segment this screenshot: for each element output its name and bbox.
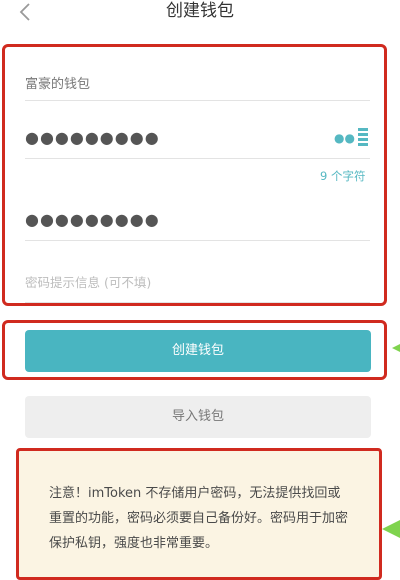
password-hint-placeholder: 密码提示信息 (可不填) xyxy=(25,275,152,290)
arrow-left-icon xyxy=(382,520,400,538)
header: 创建钱包 xyxy=(0,0,400,34)
password-value: ●●●●●●●●● xyxy=(25,128,160,147)
password-input[interactable]: ●●●●●●●●● xyxy=(25,118,370,159)
page-title: 创建钱包 xyxy=(166,1,234,21)
password-strength-indicator: ●● xyxy=(334,128,368,150)
password-confirm-input[interactable]: ●●●●●●●●● xyxy=(25,200,370,241)
strength-dots-icon: ●● xyxy=(334,131,355,145)
password-hint-input[interactable]: 密码提示信息 (可不填) xyxy=(25,262,370,303)
create-wallet-button[interactable]: 创建钱包 xyxy=(25,330,371,372)
import-wallet-button[interactable]: 导入钱包 xyxy=(25,396,371,438)
arrow-left-icon xyxy=(392,340,400,354)
wallet-name-value: 富豪的钱包 xyxy=(25,77,91,92)
password-confirm-value: ●●●●●●●●● xyxy=(25,210,160,229)
wallet-name-input[interactable]: 富豪的钱包 xyxy=(25,60,370,101)
notice-text: 注意！imToken 不存储用户密码，无法提供找回或重置的功能，密码必须要自己备… xyxy=(49,486,349,551)
char-count: 9 个字符 xyxy=(320,169,366,183)
notice-box: 注意！imToken 不存储用户密码，无法提供找回或重置的功能，密码必须要自己备… xyxy=(16,448,382,580)
